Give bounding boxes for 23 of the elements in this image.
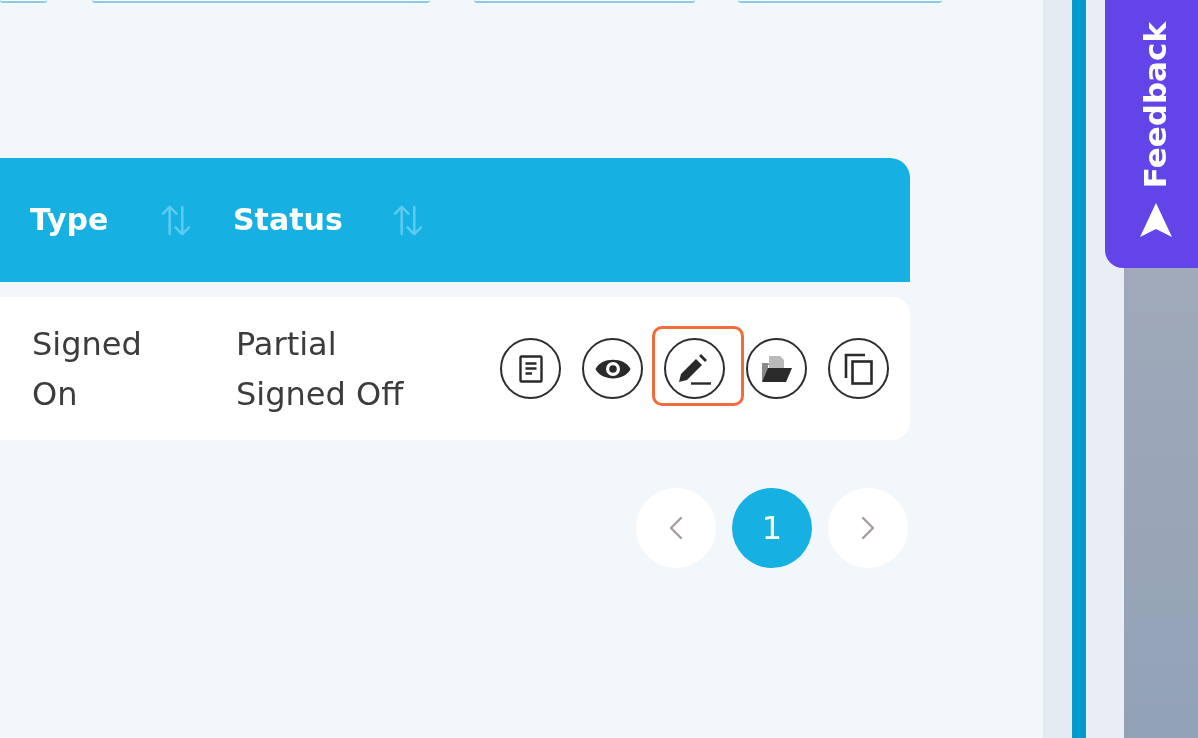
sort-icon[interactable] [392,204,423,236]
input-field[interactable] [738,0,942,3]
feedback-tab[interactable]: Feedback [1105,0,1198,268]
folder-button[interactable] [746,338,807,399]
column-header: Status [233,205,344,235]
copy-icon [843,352,874,385]
edit-button[interactable] [664,338,725,399]
input-field[interactable] [474,0,695,3]
chevron-right-icon [862,517,874,539]
table-cell-text: Signed On [32,323,143,415]
input-field[interactable] [92,0,430,3]
table-cell-text: Partial Signed Off [236,323,405,415]
input-field[interactable] [0,0,47,3]
navigation-arrow-icon [1138,202,1173,239]
sort-icon[interactable] [160,204,191,236]
column-header: Type [30,205,110,235]
chevron-left-icon [670,517,682,539]
pencil-icon [677,352,712,385]
view-button[interactable] [582,338,643,399]
copy-button[interactable] [828,338,889,399]
document-icon [518,354,543,383]
folder-icon [760,354,793,383]
document-button[interactable] [500,338,561,399]
